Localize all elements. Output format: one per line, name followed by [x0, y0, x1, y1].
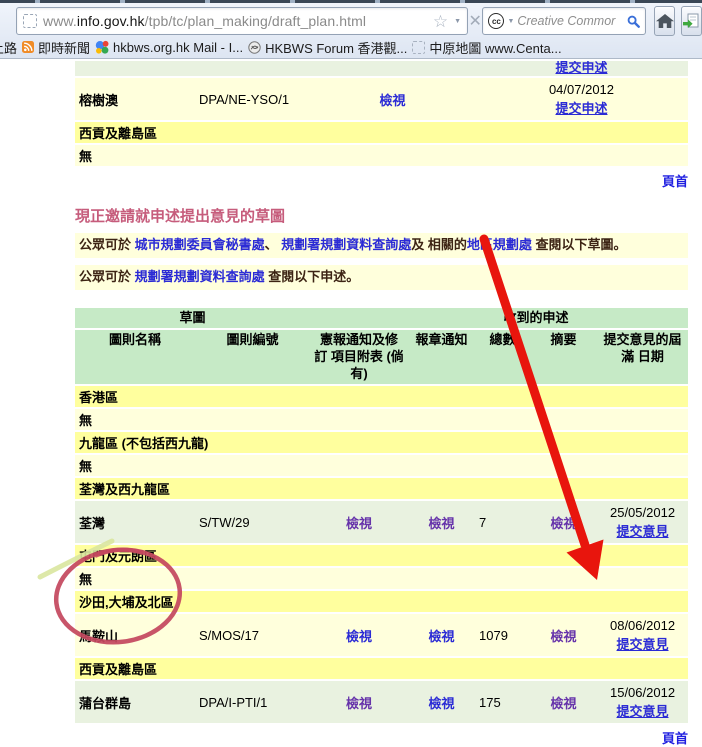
intro-paragraph-1: 公眾可於 城市規劃委員會秘書處、 規劃署規劃資料查詢處及 相關的地區規劃處 查閱…	[75, 233, 688, 258]
submit-representation-link[interactable]: 提交申述	[555, 61, 607, 75]
tab-strip	[0, 0, 702, 3]
url-dropdown-icon[interactable]: ▼	[454, 18, 461, 25]
total-count-cell: 175	[475, 681, 530, 723]
bookmark-item-hkbws-mail[interactable]: hkbws.org.hk Mail - I...	[95, 40, 243, 55]
home-icon	[656, 14, 674, 29]
plan-name-cell: 蒲台群島	[75, 681, 195, 723]
forum-globe-icon	[248, 41, 261, 54]
favicon-placeholder-icon	[23, 14, 37, 28]
total-count-cell: 1079	[475, 614, 530, 656]
group-header-plan: 草圖	[75, 308, 310, 328]
url-text[interactable]: www.info.gov.hk/tpb/tc/plan_making/draft…	[43, 13, 427, 29]
column-header-gazette-notice: 憲報通知及修訂 項目附表 (倘有)	[310, 330, 408, 384]
district-section-row: 沙田,大埔及北區	[75, 591, 688, 612]
column-header-plan-name: 圖則名稱	[75, 330, 195, 384]
column-header-total: 總數	[475, 330, 530, 384]
search-box[interactable]: cc ▼ Creative Commor	[482, 7, 646, 35]
search-icon[interactable]	[627, 15, 640, 28]
total-count-cell: 7	[475, 501, 530, 543]
representation-table: 提交申述榕樹澳DPA/NE-YSO/1檢視04/07/2012提交申述西貢及離島…	[75, 59, 688, 168]
empty-row: 無	[75, 145, 688, 166]
plan-number-cell: DPA/I-PTI/1	[195, 681, 310, 723]
empty-row: 無	[75, 409, 688, 430]
column-header-plan-number: 圖則編號	[195, 330, 310, 384]
column-header-expiry-date: 提交意見的屆滿 日期	[597, 330, 688, 384]
view-summary-link[interactable]: 檢視	[551, 516, 577, 531]
view-summary-link[interactable]: 檢視	[551, 629, 577, 644]
plan-number-cell: S/MOS/17	[195, 614, 310, 656]
search-engine-dropdown-icon[interactable]: ▼	[507, 18, 514, 25]
tpb-secretariat-link[interactable]: 城市規劃委員會秘書處	[135, 237, 265, 252]
page-top-link[interactable]: 頁首	[662, 731, 688, 746]
view-gazette-link[interactable]: 檢視	[379, 93, 405, 108]
view-gazette-link[interactable]: 檢視	[346, 696, 372, 711]
view-summary-link[interactable]: 檢視	[551, 696, 577, 711]
creative-commons-search-engine-icon[interactable]: cc	[488, 13, 504, 29]
google-icon	[95, 40, 109, 54]
bookmark-star-icon[interactable]: ☆	[433, 13, 448, 30]
page-with-arrow-icon	[683, 13, 700, 29]
plan-name-cell: 荃灣	[75, 501, 195, 543]
placeholder-icon	[412, 41, 425, 54]
view-press-notice-link[interactable]: 檢視	[429, 629, 455, 644]
view-gazette-link[interactable]: 檢視	[346, 629, 372, 644]
column-header-summary: 摘要	[530, 330, 597, 384]
intro-paragraph-2: 公眾可於 規劃署規劃資料查詢處 查閱以下申述。	[75, 265, 688, 290]
district-section-row: 屯門及元朗區	[75, 545, 688, 566]
plan-number-cell: S/TW/29	[195, 501, 310, 543]
page-title: 現正邀請就申述提出意見的草圖	[75, 205, 702, 226]
empty-row: 無	[75, 568, 688, 589]
page-top-link-row: 頁首	[75, 171, 688, 190]
view-press-notice-link[interactable]: 檢視	[429, 516, 455, 531]
plan-number-cell: DPA/NE-YSO/1	[195, 78, 310, 120]
district-section-row: 荃灣及西九龍區	[75, 478, 688, 499]
search-input[interactable]: Creative Commor	[517, 14, 624, 28]
planning-enquiry-counter-link[interactable]: 規劃署規劃資料查詢處	[281, 237, 411, 252]
bookmark-item-news[interactable]: 即時新聞	[22, 38, 90, 57]
view-gazette-link[interactable]: 檢視	[346, 516, 372, 531]
district-section-row: 香港區	[75, 386, 688, 407]
draft-plan-table: 草圖 收到的申述 圖則名稱 圖則編號 憲報通知及修訂 項目附表 (倘有) 報章通…	[75, 306, 688, 725]
district-section-row: 九龍區 (不包括西九龍)	[75, 432, 688, 453]
home-button[interactable]	[654, 6, 674, 36]
bookmark-item-centamap[interactable]: 中原地圖 www.Centa...	[412, 38, 561, 57]
url-bar[interactable]: www.info.gov.hk/tpb/tc/plan_making/draft…	[16, 7, 468, 35]
bookmarks-bar: 上路 即時新聞 hkbws.org.hk Mail - I...	[0, 39, 702, 58]
group-header-representations: 收到的申述	[475, 308, 597, 328]
submit-comment-link[interactable]: 提交意見	[617, 704, 669, 719]
submit-comment-link[interactable]: 提交意見	[617, 524, 669, 539]
plan-name-cell: 馬鞍山	[75, 614, 195, 656]
bookmark-item[interactable]: 上路	[0, 38, 17, 57]
plan-name-cell: 榕樹澳	[75, 78, 195, 120]
district-planning-office-link[interactable]: 地區規劃處	[467, 237, 532, 252]
district-section-row: 西貢及離島區	[75, 658, 688, 679]
bookmarks-menu-button[interactable]	[681, 6, 702, 36]
page-top-link-row: 頁首	[75, 728, 688, 747]
empty-row: 無	[75, 455, 688, 476]
page-content: 提交申述榕樹澳DPA/NE-YSO/1檢視04/07/2012提交申述西貢及離島…	[0, 59, 702, 747]
expiry-date: 04/07/2012	[479, 81, 684, 99]
browser-toolbar: www.info.gov.hk/tpb/tc/plan_making/draft…	[0, 3, 702, 59]
planning-enquiry-counter-link-2[interactable]: 規劃署規劃資料查詢處	[135, 269, 265, 284]
column-header-press-notice: 報章通知	[408, 330, 475, 384]
stop-button[interactable]: ✕	[468, 11, 482, 31]
view-press-notice-link[interactable]: 檢視	[429, 696, 455, 711]
expiry-date: 08/06/2012	[601, 617, 684, 635]
page-top-link[interactable]: 頁首	[662, 174, 688, 189]
expiry-date: 15/06/2012	[601, 684, 684, 702]
rss-icon	[22, 41, 34, 53]
expiry-date: 25/05/2012	[601, 504, 684, 522]
bookmark-item-hkbws-forum[interactable]: HKBWS Forum 香港觀...	[248, 38, 407, 57]
district-section-row: 西貢及離島區	[75, 122, 688, 143]
submit-representation-link[interactable]: 提交申述	[555, 101, 607, 116]
